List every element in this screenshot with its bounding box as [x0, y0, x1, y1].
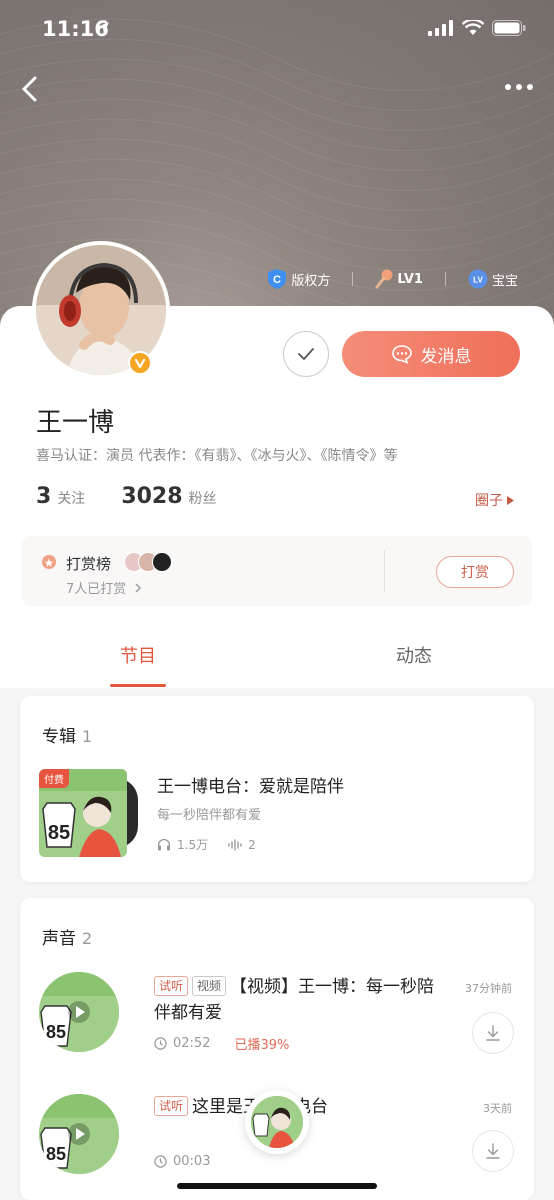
clock-icon [154, 1037, 167, 1050]
track-time-ago: 3天前 [483, 1102, 512, 1115]
album-tracks: 2 [228, 838, 256, 852]
divider [384, 550, 385, 592]
tab-programs[interactable]: 节目 [120, 642, 156, 668]
sound-section: 声音 2 85 试听 视频 【视频】王一博：每一秒陪伴都有爱 37分钟前 02:52 … [20, 898, 534, 1200]
reward-count-text: 7人已打赏 [66, 582, 127, 597]
triangle-right-icon [507, 495, 514, 505]
fans-label[interactable]: 粉丝 [189, 488, 217, 508]
album-subtitle: 每一秒陪伴都有爱 [157, 808, 262, 823]
divider [444, 272, 446, 286]
status-bar: 11:16 [0, 0, 554, 60]
paid-tag: 付费 [39, 769, 69, 788]
sound-section-title: 声音 2 [42, 924, 92, 949]
tab-activity[interactable]: 动态 [396, 642, 432, 668]
home-indicator [177, 1183, 377, 1189]
track-meta: 00:03 [154, 1154, 210, 1169]
badge-copyright[interactable]: C 版权方 [267, 268, 330, 290]
certification-text: 喜马认证：演员 代表作：《有翡》、《冰与火》、《陈情令》等 [36, 448, 398, 464]
track-meta: 02:52 已播39% [154, 1034, 289, 1053]
badge-level-label: LV1 [397, 271, 423, 287]
wifi-icon [462, 20, 484, 35]
player-cover [251, 1096, 303, 1148]
floating-player-button[interactable] [245, 1090, 309, 1154]
download-icon [486, 1143, 500, 1159]
star-icon [42, 555, 56, 569]
circle-link[interactable]: 圈子 [475, 490, 514, 510]
verified-badge-icon [128, 351, 152, 375]
album-plays: 1.5万 [157, 836, 208, 853]
profile-stats: 3 关注 3028 粉丝 [36, 484, 217, 509]
baby-level-icon: LV [468, 269, 488, 289]
badge-baby-label: 宝宝 [491, 273, 518, 289]
profile-name: 王一博 [36, 408, 115, 438]
reward-button[interactable]: 打赏 [436, 556, 514, 588]
battery-icon [492, 20, 526, 36]
profile-badges: C 版权方 LV1 LV 宝宝 [267, 268, 518, 290]
reward-avatars [124, 552, 172, 572]
send-message-label: 发消息 [420, 346, 472, 367]
following-label[interactable]: 关注 [57, 488, 85, 508]
download-button[interactable] [472, 1012, 514, 1054]
reward-title: 打赏榜 [66, 555, 112, 573]
album-section-label: 专辑 [42, 727, 76, 747]
album-section-title: 专辑 1 [42, 722, 92, 747]
svg-text:85: 85 [46, 1022, 66, 1042]
badge-level[interactable]: LV1 [375, 269, 423, 289]
tag-preview: 试听 [154, 976, 189, 996]
track-time-ago: 37分钟前 [465, 982, 512, 995]
download-button[interactable] [472, 1130, 514, 1172]
track-title[interactable]: 试听 视频 【视频】王一博：每一秒陪伴都有爱 [154, 974, 444, 1026]
clock-icon [154, 1155, 167, 1168]
chat-bubble-icon [391, 345, 412, 364]
back-chevron-icon[interactable] [18, 74, 44, 104]
track-played: 已播39% [234, 1038, 290, 1053]
checkmark-icon [298, 348, 314, 360]
microphone-icon [375, 269, 393, 289]
avatar [152, 552, 172, 572]
album-tracks-count: 2 [248, 837, 256, 852]
track-cover[interactable]: 85 [39, 1094, 119, 1174]
followed-button[interactable] [283, 331, 329, 377]
badge-copyright-label: 版权方 [291, 273, 331, 289]
divider [352, 272, 354, 286]
track-duration: 00:03 [173, 1154, 211, 1169]
track-duration: 02:52 [173, 1036, 211, 1051]
active-tab-indicator [110, 684, 166, 687]
reward-panel[interactable]: 打赏榜 7人已打赏 打赏 [22, 536, 532, 606]
reward-count[interactable]: 7人已打赏 [66, 578, 142, 597]
album-title[interactable]: 王一博电台：爱就是陪伴 [157, 772, 344, 797]
album-section: 专辑 1 85 付费 王一博电台：爱就是陪伴 每一秒陪伴都有爱 1.5万 2 [20, 696, 534, 882]
headphones-icon [157, 838, 171, 851]
following-count[interactable]: 3 [36, 484, 51, 509]
soundwave-icon [228, 838, 242, 851]
circle-link-label: 圈子 [475, 493, 503, 509]
badge-baby[interactable]: LV 宝宝 [468, 269, 518, 289]
svg-text:LV: LV [473, 276, 483, 285]
album-count: 1 [82, 727, 93, 746]
download-icon [486, 1025, 500, 1041]
svg-text:85: 85 [46, 1144, 66, 1164]
fans-count[interactable]: 3028 [121, 484, 182, 509]
album-cover[interactable]: 85 付费 [39, 769, 127, 857]
copyright-shield-icon: C [268, 269, 287, 289]
send-message-button[interactable]: 发消息 [342, 331, 520, 377]
album-meta: 1.5万 2 [157, 836, 256, 853]
chevron-right-icon [135, 583, 142, 593]
location-arrow-icon [97, 22, 109, 34]
track-cover[interactable]: 85 [39, 972, 119, 1052]
tag-video: 视频 [192, 976, 227, 996]
tab-bar: 节目 动态 [0, 640, 554, 690]
album-plays-count: 1.5万 [177, 838, 209, 852]
sound-section-label: 声音 [42, 929, 76, 949]
cellular-signal-icon [428, 20, 453, 36]
tag-preview: 试听 [154, 1096, 189, 1116]
sound-count: 2 [82, 929, 93, 948]
more-options-icon[interactable] [504, 80, 534, 94]
svg-text:C: C [273, 274, 281, 286]
svg-text:85: 85 [48, 822, 70, 844]
